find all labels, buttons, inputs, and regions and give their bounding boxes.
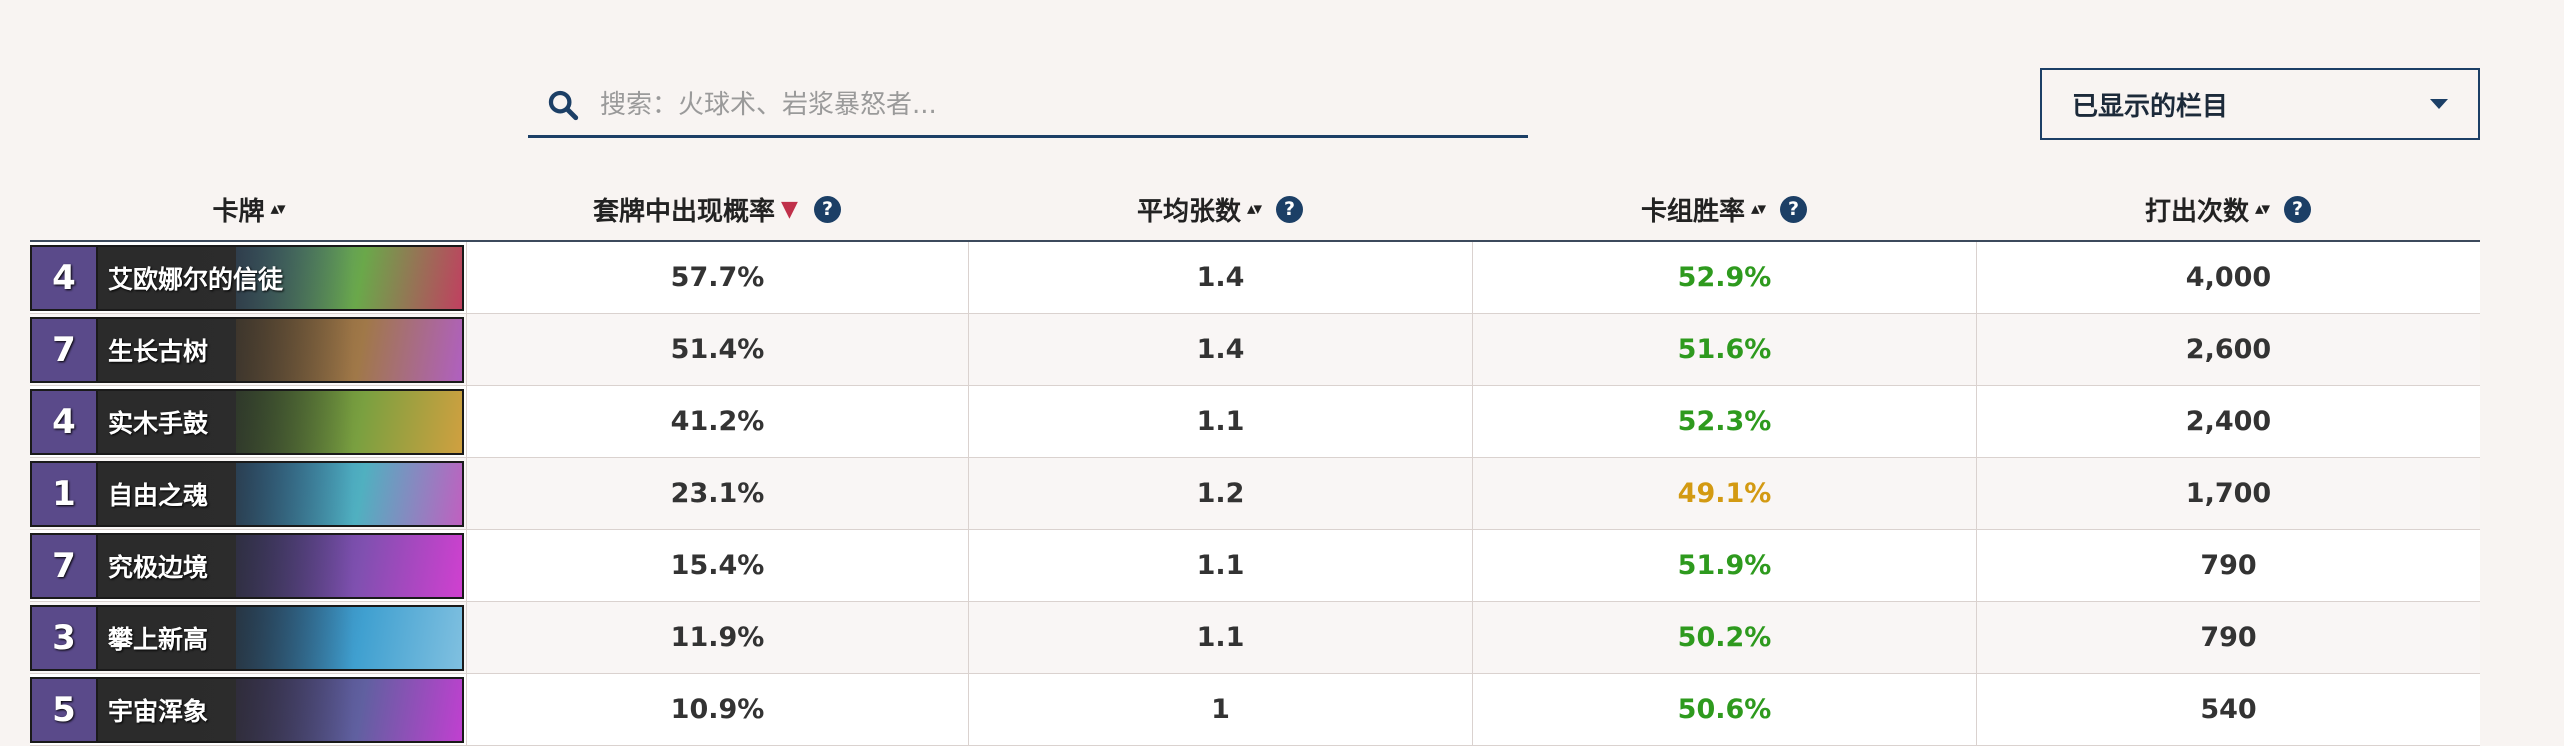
times-played-cell: 1,700 bbox=[1976, 458, 2480, 529]
times-played-cell: 790 bbox=[1976, 602, 2480, 673]
inclusion-rate-cell: 57.7% bbox=[466, 242, 968, 313]
card-name: 实木手鼓 bbox=[108, 408, 209, 438]
card-name: 艾欧娜尔的信徒 bbox=[108, 264, 284, 294]
header-times-played[interactable]: 打出次数 ▴▾ ? bbox=[1976, 178, 2480, 240]
inclusion-rate-cell: 41.2% bbox=[466, 386, 968, 457]
times-played-cell: 540 bbox=[1976, 674, 2480, 745]
table-row: 4 实木手鼓 41.2% 1.1 52.3% 2,400 bbox=[30, 386, 2480, 458]
avg-copies-cell: 1.1 bbox=[968, 530, 1472, 601]
card-art-area: 宇宙浑象 bbox=[98, 678, 462, 741]
inclusion-rate-cell: 10.9% bbox=[466, 674, 968, 745]
table-body: 4 艾欧娜尔的信徒 57.7% 1.4 52.9% 4,000 7 生长古树 51.4% 1.4 5… bbox=[30, 242, 2480, 746]
card-cell: 3 攀上新高 bbox=[30, 602, 466, 673]
times-played-cell: 2,600 bbox=[1976, 314, 2480, 385]
header-inclusion-label: 套牌中出现概率 bbox=[593, 196, 776, 227]
mana-cost: 4 bbox=[32, 390, 98, 453]
winrate-cell: 50.2% bbox=[1472, 602, 1976, 673]
avg-copies-cell: 1.4 bbox=[968, 314, 1472, 385]
help-icon[interactable]: ? bbox=[1780, 195, 1808, 223]
times-played-cell: 790 bbox=[1976, 530, 2480, 601]
sort-icon: ▴▾ bbox=[1750, 199, 1766, 219]
card-name: 宇宙浑象 bbox=[108, 696, 209, 726]
search-icon bbox=[548, 90, 579, 121]
avg-copies-cell: 1.1 bbox=[968, 386, 1472, 457]
winrate-cell: 52.9% bbox=[1472, 242, 1976, 313]
winrate-cell: 50.6% bbox=[1472, 674, 1976, 745]
times-played-cell: 4,000 bbox=[1976, 242, 2480, 313]
mana-cost: 7 bbox=[32, 318, 98, 381]
card-art-area: 攀上新高 bbox=[98, 606, 462, 669]
card-art-area: 生长古树 bbox=[98, 318, 462, 381]
table-row: 7 生长古树 51.4% 1.4 51.6% 2,600 bbox=[30, 314, 2480, 386]
card-cell: 1 自由之魂 bbox=[30, 458, 466, 529]
card-cell: 4 艾欧娜尔的信徒 bbox=[30, 242, 466, 313]
header-card[interactable]: 卡牌 ▴▾ bbox=[30, 178, 466, 240]
avg-copies-cell: 1.4 bbox=[968, 242, 1472, 313]
columns-dropdown-label: 已显示的栏目 bbox=[2072, 91, 2229, 122]
card-tile[interactable]: 1 自由之魂 bbox=[30, 460, 464, 527]
card-art-area: 艾欧娜尔的信徒 bbox=[98, 246, 462, 309]
card-tile[interactable]: 4 实木手鼓 bbox=[30, 388, 464, 455]
card-tile[interactable]: 5 宇宙浑象 bbox=[30, 676, 464, 743]
table-row: 1 自由之魂 23.1% 1.2 49.1% 1,700 bbox=[30, 458, 2480, 530]
card-stats-table: 卡牌 ▴▾ 套牌中出现概率 ▼ ? 平均张数 ▴▾ ? 卡组胜率 ▴▾ ? 打出… bbox=[30, 178, 2480, 746]
header-deck-winrate[interactable]: 卡组胜率 ▴▾ ? bbox=[1472, 178, 1976, 240]
header-card-label: 卡牌 bbox=[212, 196, 265, 227]
sort-desc-icon: ▼ bbox=[781, 196, 798, 222]
card-art-area: 实木手鼓 bbox=[98, 390, 462, 453]
chevron-down-icon bbox=[2430, 99, 2448, 109]
sort-icon: ▴▾ bbox=[2254, 199, 2270, 219]
card-art-area: 自由之魂 bbox=[98, 462, 462, 525]
card-tile[interactable]: 7 究极边境 bbox=[30, 532, 464, 599]
card-cell: 5 宇宙浑象 bbox=[30, 674, 466, 745]
inclusion-rate-cell: 11.9% bbox=[466, 602, 968, 673]
search-input[interactable] bbox=[598, 82, 1502, 128]
help-icon[interactable]: ? bbox=[2284, 195, 2312, 223]
table-row: 4 艾欧娜尔的信徒 57.7% 1.4 52.9% 4,000 bbox=[30, 242, 2480, 314]
inclusion-rate-cell: 23.1% bbox=[466, 458, 968, 529]
card-name: 生长古树 bbox=[108, 336, 209, 366]
columns-dropdown-button[interactable]: 已显示的栏目 bbox=[2040, 68, 2480, 140]
avg-copies-cell: 1.2 bbox=[968, 458, 1472, 529]
winrate-cell: 49.1% bbox=[1472, 458, 1976, 529]
card-tile[interactable]: 3 攀上新高 bbox=[30, 604, 464, 671]
table-header: 卡牌 ▴▾ 套牌中出现概率 ▼ ? 平均张数 ▴▾ ? 卡组胜率 ▴▾ ? 打出… bbox=[30, 178, 2480, 242]
card-name: 究极边境 bbox=[108, 552, 209, 582]
avg-copies-cell: 1.1 bbox=[968, 602, 1472, 673]
sort-icon: ▴▾ bbox=[1246, 199, 1262, 219]
avg-copies-cell: 1 bbox=[968, 674, 1472, 745]
header-avg-copies-label: 平均张数 bbox=[1136, 196, 1241, 227]
card-tile[interactable]: 7 生长古树 bbox=[30, 316, 464, 383]
mana-cost: 4 bbox=[32, 246, 98, 309]
card-cell: 7 生长古树 bbox=[30, 314, 466, 385]
mana-cost: 3 bbox=[32, 606, 98, 669]
header-avg-copies[interactable]: 平均张数 ▴▾ ? bbox=[968, 178, 1472, 240]
card-name: 攀上新高 bbox=[108, 624, 209, 654]
card-name: 自由之魂 bbox=[108, 480, 209, 510]
winrate-cell: 51.6% bbox=[1472, 314, 1976, 385]
search-bar[interactable] bbox=[528, 68, 1528, 138]
help-icon[interactable]: ? bbox=[1276, 195, 1304, 223]
mana-cost: 1 bbox=[32, 462, 98, 525]
winrate-cell: 52.3% bbox=[1472, 386, 1976, 457]
table-row: 7 究极边境 15.4% 1.1 51.9% 790 bbox=[30, 530, 2480, 602]
header-played-label: 打出次数 bbox=[2144, 196, 2249, 227]
card-cell: 7 究极边境 bbox=[30, 530, 466, 601]
inclusion-rate-cell: 15.4% bbox=[466, 530, 968, 601]
table-row: 5 宇宙浑象 10.9% 1 50.6% 540 bbox=[30, 674, 2480, 746]
card-cell: 4 实木手鼓 bbox=[30, 386, 466, 457]
inclusion-rate-cell: 51.4% bbox=[466, 314, 968, 385]
table-row: 3 攀上新高 11.9% 1.1 50.2% 790 bbox=[30, 602, 2480, 674]
times-played-cell: 2,400 bbox=[1976, 386, 2480, 457]
header-inclusion-rate[interactable]: 套牌中出现概率 ▼ ? bbox=[466, 178, 968, 240]
mana-cost: 7 bbox=[32, 534, 98, 597]
card-art-area: 究极边境 bbox=[98, 534, 462, 597]
card-tile[interactable]: 4 艾欧娜尔的信徒 bbox=[30, 244, 464, 311]
winrate-cell: 51.9% bbox=[1472, 530, 1976, 601]
help-icon[interactable]: ? bbox=[813, 195, 841, 223]
sort-icon: ▴▾ bbox=[270, 199, 285, 219]
mana-cost: 5 bbox=[32, 678, 98, 741]
header-winrate-label: 卡组胜率 bbox=[1640, 196, 1745, 227]
